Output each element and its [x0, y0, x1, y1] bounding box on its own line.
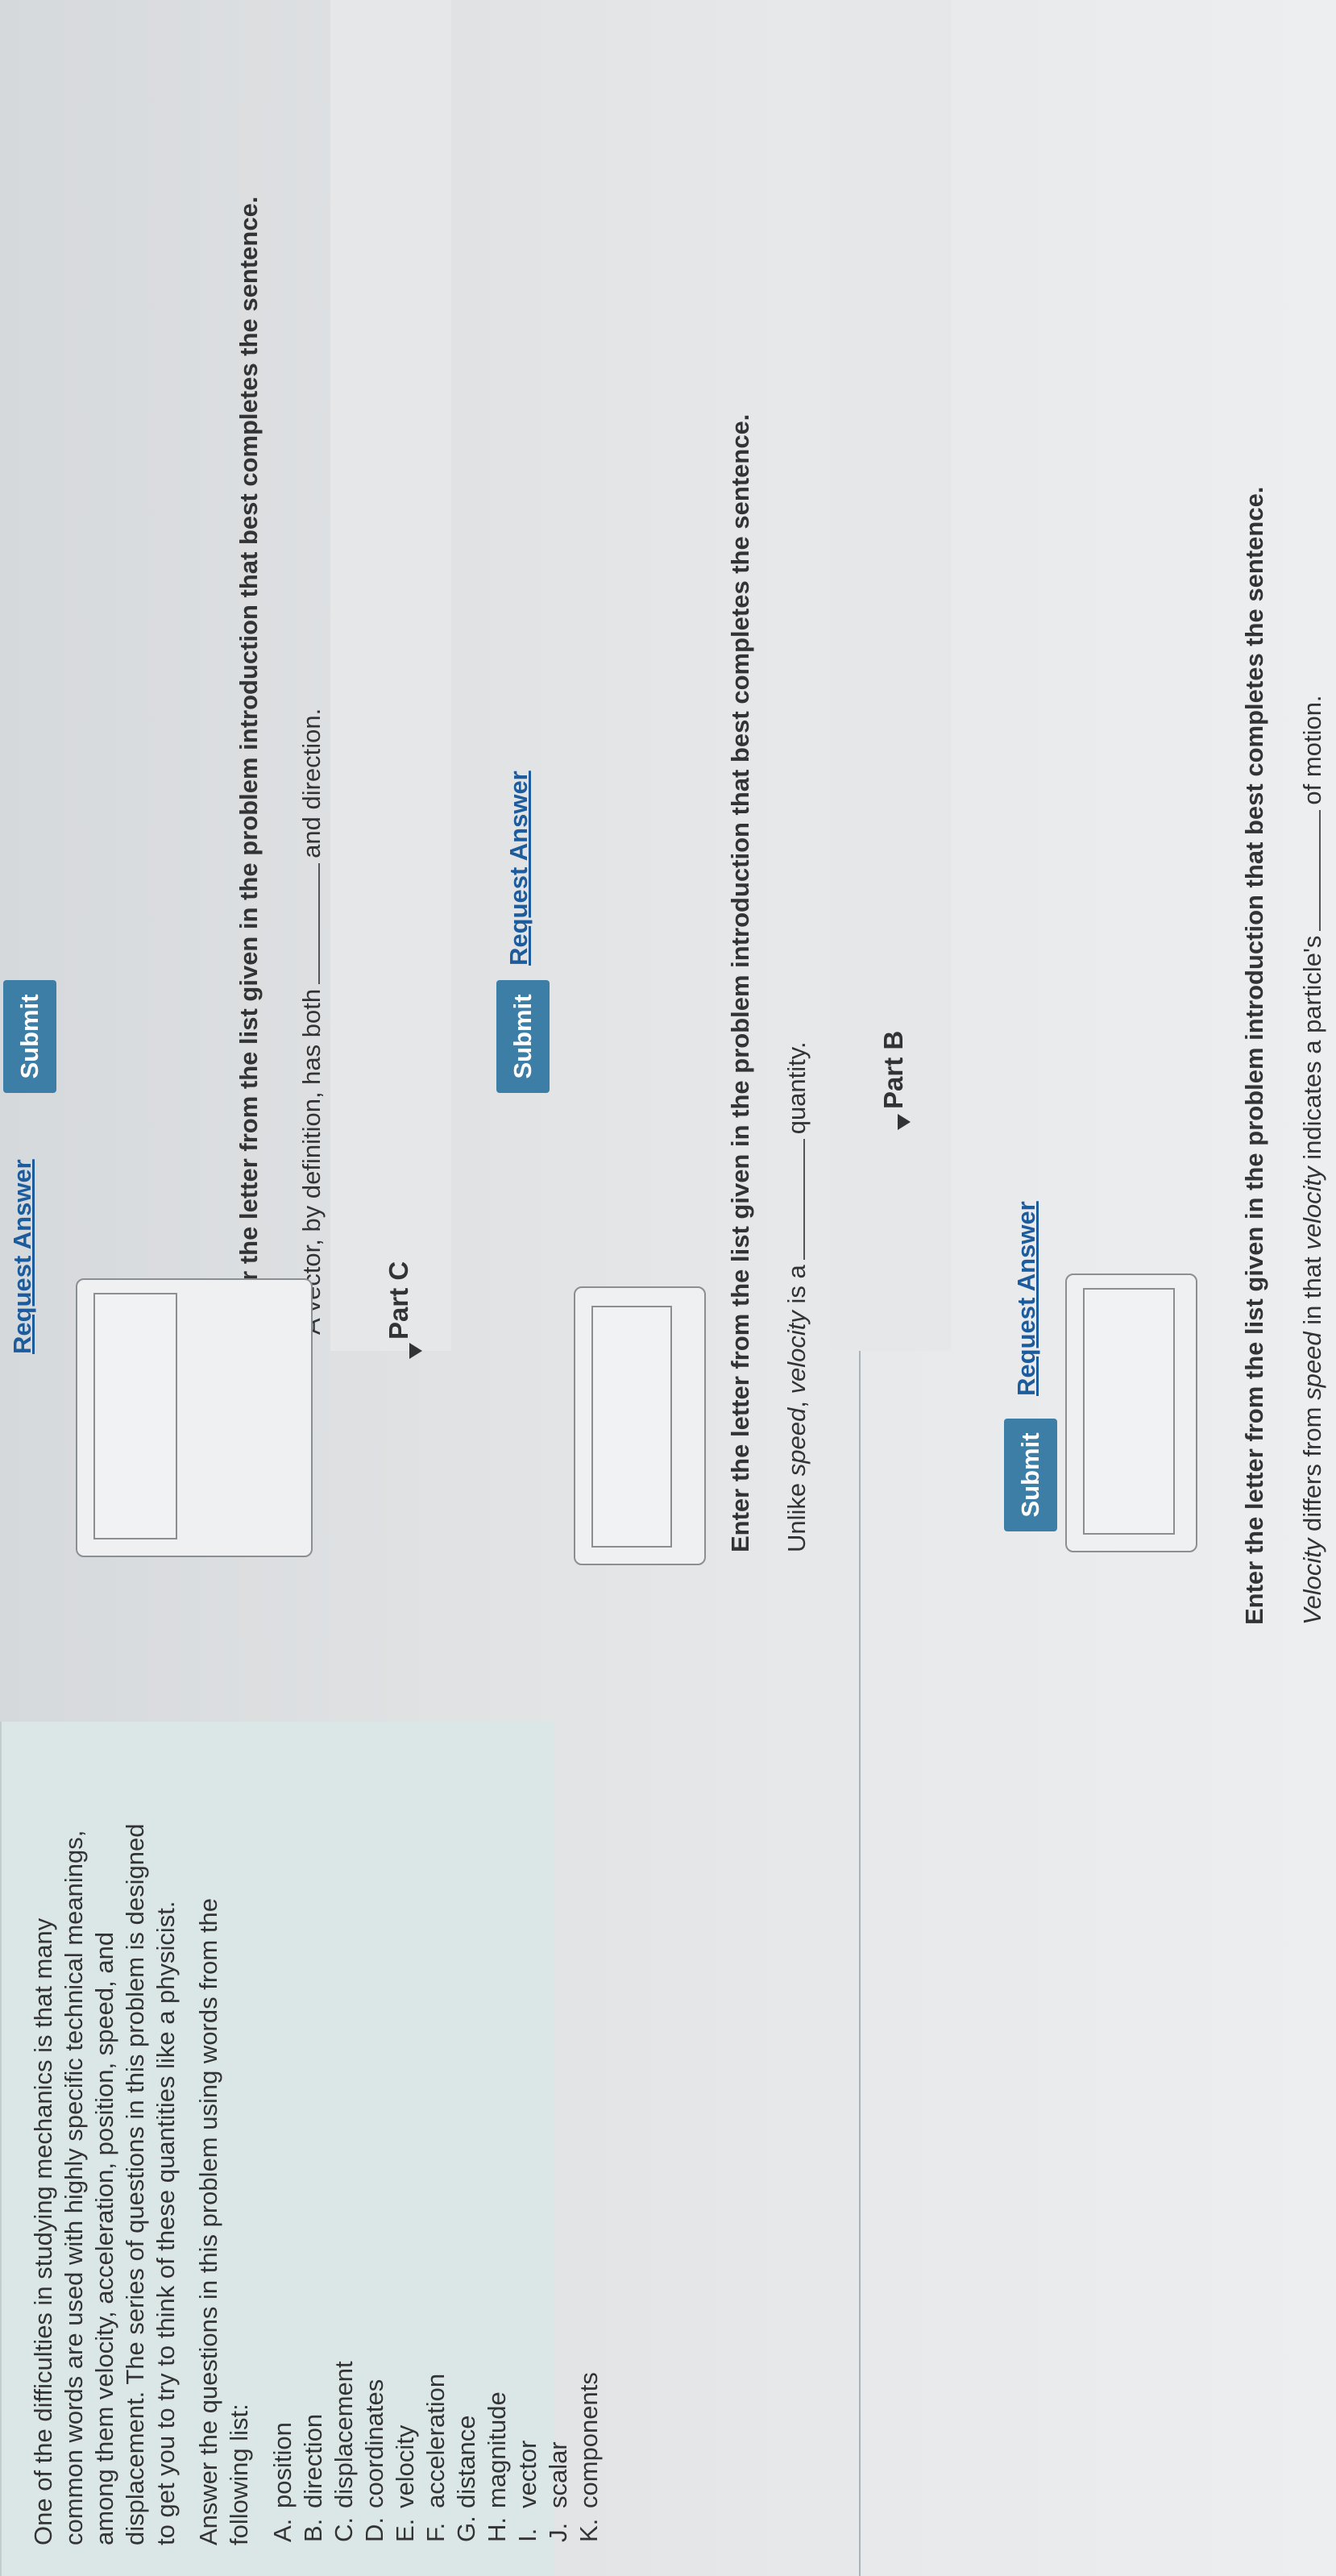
list-item: G.distance: [452, 2415, 480, 2542]
intro-line: to get you to try to think of these quan…: [151, 1901, 180, 2545]
part-c-answer-input[interactable]: [93, 1293, 177, 1539]
intro-line: among them velocity, acceleration, posit…: [90, 1931, 118, 2545]
intro-line: One of the difficulties in studying mech…: [29, 1917, 57, 2545]
answer-blank: [784, 1139, 805, 1261]
list-item: J.scalar: [544, 2441, 572, 2542]
part-b-header[interactable]: Part B: [830, 0, 951, 1351]
part-c-header[interactable]: Part C: [330, 0, 451, 1359]
part-c-instruction: Enter the letter from the list given in …: [234, 196, 263, 1335]
part-c-request-answer-link[interactable]: Request Answer: [8, 1159, 37, 1354]
part-c-title: Part C: [384, 1261, 413, 1340]
part-b-answer-input[interactable]: [591, 1306, 672, 1548]
part-b-title: Part B: [878, 1030, 908, 1109]
part-c-question: A vector, by definition, has bothand dir…: [297, 708, 326, 1335]
part-c-submit-button[interactable]: Submit: [3, 980, 56, 1093]
intro-answer-instructions: Answer the questions in this problem usi…: [193, 1739, 255, 2545]
list-item: I.vector: [513, 2440, 541, 2542]
intro-paragraph: One of the difficulties in studying mech…: [28, 1739, 181, 2545]
list-item: D.coordinates: [360, 2379, 388, 2542]
list-item: A.position: [268, 2422, 297, 2542]
part-a-instruction: Enter the letter from the list given in …: [1240, 486, 1268, 1625]
list-item: F.acceleration: [421, 2373, 450, 2542]
collapse-triangle-icon[interactable]: [898, 1114, 911, 1130]
part-a-question: Velocity differs from speed in that velo…: [1298, 695, 1326, 1625]
answer-blank: [1300, 809, 1321, 931]
part-a-answer-input[interactable]: [1083, 1288, 1175, 1535]
part-a-submit-button[interactable]: Submit: [1004, 1419, 1057, 1531]
part-b-request-answer-link[interactable]: Request Answer: [504, 771, 533, 966]
list-item: B.direction: [299, 2413, 327, 2542]
intro-answer-line: following list:: [225, 2404, 253, 2545]
intro-line: displacement. The series of questions in…: [121, 1823, 149, 2545]
intro-line: common words are used with highly specif…: [60, 1830, 88, 2545]
part-b-submit-button[interactable]: Submit: [496, 980, 550, 1093]
list-item: H.magnitude: [483, 2391, 511, 2542]
collapse-triangle-icon[interactable]: [409, 1343, 422, 1359]
list-item: K.components: [575, 2372, 603, 2542]
intro-answer-line: Answer the questions in this problem usi…: [194, 1898, 222, 2545]
part-c-answer-box[interactable]: [76, 1278, 313, 1557]
problem-introduction: One of the difficulties in studying mech…: [0, 1722, 603, 2576]
part-b-answer-box[interactable]: [574, 1286, 706, 1565]
part-a-request-answer-link[interactable]: Request Answer: [1012, 1201, 1041, 1396]
part-b-instruction: Enter the letter from the list given in …: [726, 413, 754, 1552]
list-item: E.velocity: [391, 2424, 419, 2542]
list-item: C.displacement: [330, 2361, 358, 2542]
word-list: A.position B.direction C.displacement D.…: [268, 2361, 604, 2542]
answer-blank: [299, 862, 320, 984]
part-b-question: Unlike speed, velocity is aquantity.: [782, 1041, 811, 1552]
part-a-answer-box[interactable]: [1065, 1273, 1197, 1552]
